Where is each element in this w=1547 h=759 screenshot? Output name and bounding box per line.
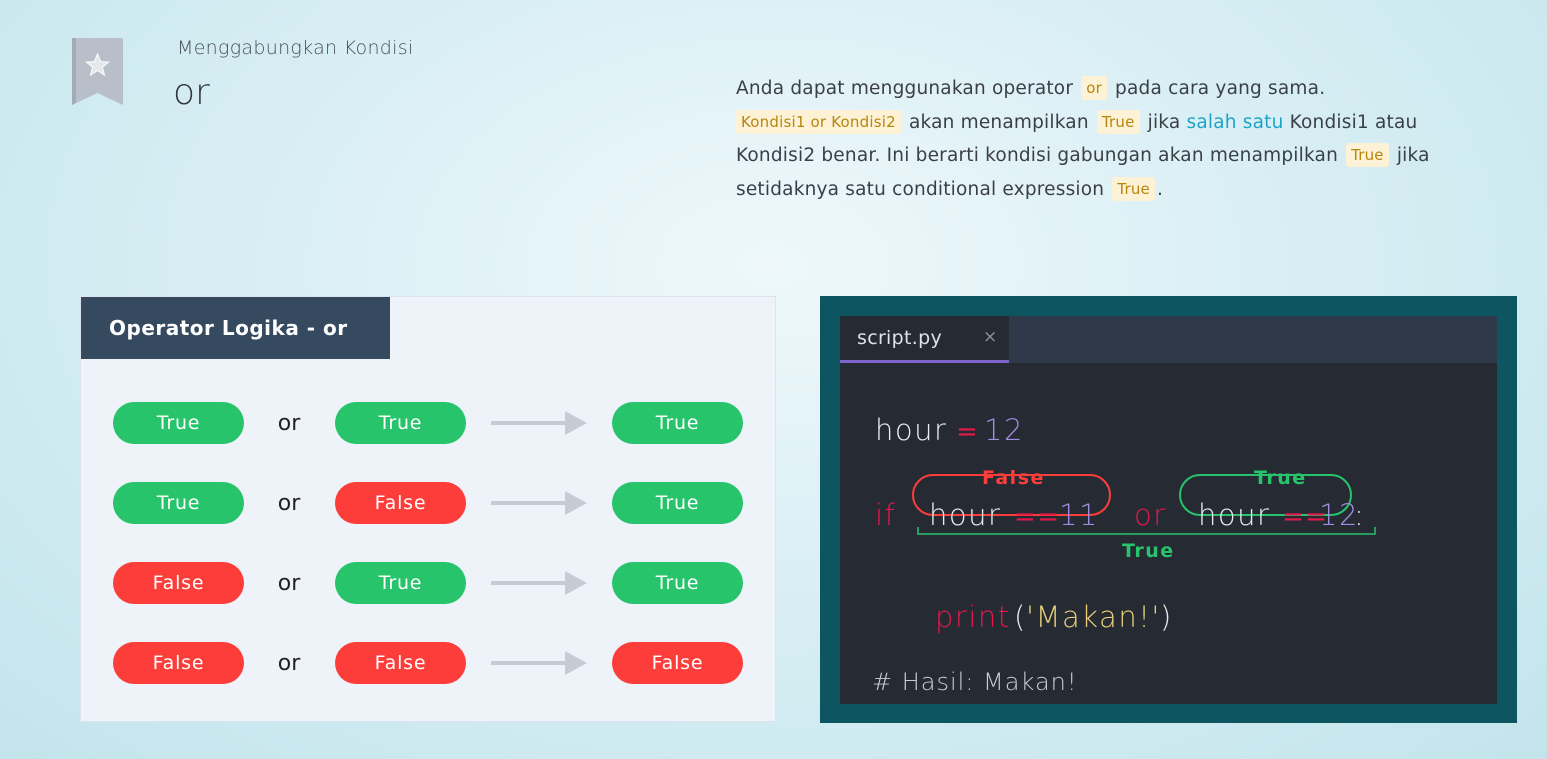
inline-code: True <box>1346 143 1389 168</box>
bookmark-icon[interactable] <box>72 38 123 105</box>
code-variable: hour <box>875 413 947 447</box>
annotation-true: True <box>1254 467 1307 489</box>
inline-code: or <box>1081 76 1107 100</box>
annotation-combined-true: True <box>1122 540 1175 562</box>
left-operand-pill: False <box>113 642 244 684</box>
truth-table-row: False or True True <box>81 562 775 604</box>
result-pill: True <box>612 562 743 604</box>
inline-code: True <box>1096 109 1140 134</box>
description-text: Anda dapat menggunakan operator or pada … <box>736 72 1476 207</box>
desc-text: Anda dapat menggunakan operator <box>736 78 1080 99</box>
right-operand-pill: False <box>335 482 466 524</box>
code-area: hour = 12 False True if hour == 11 or ho… <box>872 413 1376 696</box>
lesson-subtitle: Menggabungkan Kondisi <box>177 37 414 59</box>
code-keyword-if: if <box>875 498 896 532</box>
result-pill: True <box>612 402 743 444</box>
code-variable: hour <box>1198 498 1270 532</box>
right-operand-pill: False <box>335 642 466 684</box>
close-icon[interactable]: × <box>983 327 997 347</box>
or-operator-label: or <box>277 411 301 436</box>
tab-label: script.py <box>857 327 942 349</box>
desc-text: jika <box>1141 111 1187 133</box>
arrow-right-icon <box>491 411 587 435</box>
code-comment: # Hasil: Makan! <box>872 668 1077 696</box>
or-operator-label: or <box>277 491 301 516</box>
code-function: print <box>935 600 1011 634</box>
code-example-panel: script.py × hour = 12 False True if hour… <box>820 296 1517 723</box>
right-operand-pill: True <box>335 562 466 604</box>
code-variable: hour <box>929 498 1001 532</box>
truth-table-row: True or False True <box>81 482 775 524</box>
code-operator: = <box>956 417 979 447</box>
truth-table-row: True or True True <box>81 402 775 444</box>
left-operand-pill: True <box>113 482 244 524</box>
code-colon: : <box>1354 498 1365 532</box>
result-pill: True <box>612 482 743 524</box>
code-paren: ( <box>1014 600 1027 634</box>
annotation-false: False <box>982 467 1045 489</box>
desc-text: . <box>1156 179 1164 201</box>
editor-tab-bar: script.py × <box>840 316 1497 363</box>
page-title: or <box>173 72 210 113</box>
or-operator-label: or <box>277 571 301 596</box>
result-pill: False <box>612 642 743 684</box>
code-number: 12 <box>984 413 1024 447</box>
arrow-right-icon <box>491 651 587 675</box>
code-paren: ) <box>1160 600 1173 634</box>
right-operand-pill: True <box>335 402 466 444</box>
code-number: 11 <box>1059 498 1099 532</box>
inline-code: Kondisi1 or Kondisi2 <box>736 109 901 134</box>
inline-code: True <box>1112 177 1155 202</box>
truth-table-panel: Operator Logika - or True or True True True o… <box>80 296 776 722</box>
code-operator: == <box>1014 502 1061 532</box>
desc-text: akan menampilkan <box>902 111 1095 133</box>
code-number: 12 <box>1319 498 1359 532</box>
desc-text: pada cara yang sama. <box>1108 78 1326 99</box>
tab-script-py[interactable]: script.py × <box>840 316 1009 363</box>
truth-table-row: False or False False <box>81 642 775 684</box>
arrow-right-icon <box>491 491 587 515</box>
or-operator-label: or <box>277 651 301 676</box>
highlight-text: salah satu <box>1186 111 1284 133</box>
code-keyword-or: or <box>1134 498 1167 532</box>
left-operand-pill: True <box>113 402 244 444</box>
code-string: 'Makan!' <box>1026 600 1161 634</box>
truth-table-title: Operator Logika - or <box>81 297 390 359</box>
arrow-right-icon <box>491 571 587 595</box>
left-operand-pill: False <box>113 562 244 604</box>
code-editor: script.py × hour = 12 False True if hour… <box>840 316 1497 704</box>
